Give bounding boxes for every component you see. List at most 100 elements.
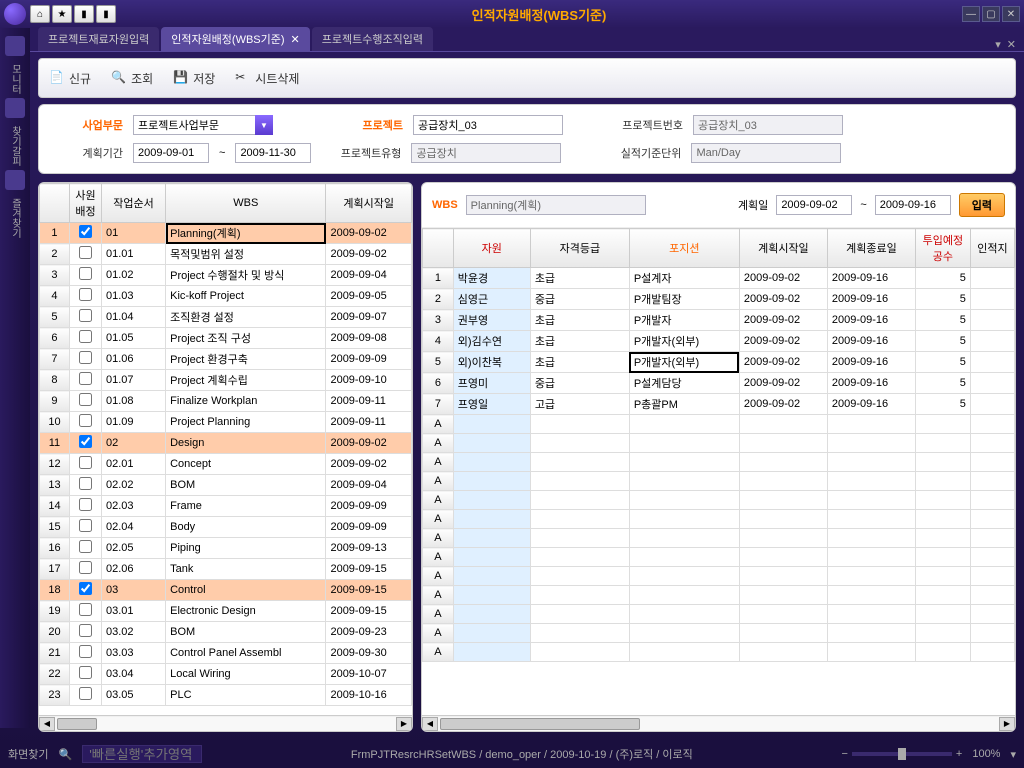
row-checkbox[interactable] bbox=[79, 309, 92, 322]
delete-button[interactable]: ✂시트삭제 bbox=[235, 70, 299, 87]
table-row[interactable]: 2203.04Local Wiring2009-10-07 bbox=[40, 664, 412, 685]
table-row[interactable]: A bbox=[423, 529, 1015, 548]
table-row[interactable]: 801.07Project 계획수립2009-09-10 bbox=[40, 370, 412, 391]
table-row[interactable]: 1702.06Tank2009-09-15 bbox=[40, 559, 412, 580]
star-icon[interactable]: ★ bbox=[52, 5, 72, 23]
row-checkbox[interactable] bbox=[79, 351, 92, 364]
period-from[interactable] bbox=[133, 143, 209, 163]
tabbar-dropdown-icon[interactable]: ▾ bbox=[995, 38, 1001, 51]
chevron-down-icon[interactable]: ▼ bbox=[255, 115, 273, 135]
wbs-grid[interactable]: 사원배정작업순서WBS계획시작일101Planning(계획)2009-09-0… bbox=[39, 183, 412, 715]
row-checkbox[interactable] bbox=[79, 477, 92, 490]
input-button[interactable]: 입력 bbox=[959, 193, 1005, 217]
table-row[interactable]: 201.01목적및범위 설정2009-09-02 bbox=[40, 244, 412, 265]
tab-1[interactable]: 프로젝트재료자원입력 bbox=[38, 27, 159, 51]
tabbar-close-icon[interactable]: ✕ bbox=[1007, 38, 1016, 51]
table-row[interactable]: 701.06Project 환경구축2009-09-09 bbox=[40, 349, 412, 370]
table-row[interactable]: 2103.03Control Panel Assembl2009-09-30 bbox=[40, 643, 412, 664]
row-checkbox[interactable] bbox=[79, 603, 92, 616]
row-checkbox[interactable] bbox=[79, 456, 92, 469]
table-row[interactable]: 1302.02BOM2009-09-04 bbox=[40, 475, 412, 496]
new-button[interactable]: 📄신규 bbox=[49, 70, 91, 87]
table-row[interactable]: 1803Control2009-09-15 bbox=[40, 580, 412, 601]
maximize-button[interactable]: ▢ bbox=[982, 6, 1000, 22]
sidebar-icon-1[interactable] bbox=[5, 36, 25, 56]
table-row[interactable]: 2003.02BOM2009-09-23 bbox=[40, 622, 412, 643]
scroll-right-icon[interactable]: ▶ bbox=[999, 717, 1015, 731]
table-row[interactable]: 901.08Finalize Workplan2009-09-11 bbox=[40, 391, 412, 412]
table-row[interactable]: A bbox=[423, 453, 1015, 472]
tab-close-icon[interactable]: ✕ bbox=[291, 34, 300, 46]
table-row[interactable]: 1402.03Frame2009-09-09 bbox=[40, 496, 412, 517]
table-row[interactable]: 6프영미중급P설계담당2009-09-022009-09-165 bbox=[423, 373, 1015, 394]
table-row[interactable]: 1202.01Concept2009-09-02 bbox=[40, 454, 412, 475]
row-checkbox[interactable] bbox=[79, 624, 92, 637]
query-button[interactable]: 🔍조회 bbox=[111, 70, 153, 87]
app2-icon[interactable]: ▮ bbox=[96, 5, 116, 23]
period-to[interactable] bbox=[235, 143, 311, 163]
row-checkbox[interactable] bbox=[79, 393, 92, 406]
home-icon[interactable]: ⌂ bbox=[30, 5, 50, 23]
table-row[interactable]: 5외)이찬복초급P개발자(외부)2009-09-022009-09-165 bbox=[423, 352, 1015, 373]
table-row[interactable]: A bbox=[423, 624, 1015, 643]
zoom-control[interactable]: − + bbox=[841, 748, 962, 760]
close-button[interactable]: ✕ bbox=[1002, 6, 1020, 22]
table-row[interactable]: 1박윤경초급P설계자2009-09-022009-09-165 bbox=[423, 268, 1015, 289]
table-row[interactable]: 1502.04Body2009-09-09 bbox=[40, 517, 412, 538]
row-checkbox[interactable] bbox=[79, 666, 92, 679]
quicklaunch-input[interactable] bbox=[82, 745, 202, 763]
minimize-button[interactable]: — bbox=[962, 6, 980, 22]
app1-icon[interactable]: ▮ bbox=[74, 5, 94, 23]
row-checkbox[interactable] bbox=[79, 288, 92, 301]
table-row[interactable]: A bbox=[423, 434, 1015, 453]
table-row[interactable]: A bbox=[423, 605, 1015, 624]
right-hscroll[interactable]: ◀ ▶ bbox=[422, 715, 1015, 731]
row-checkbox[interactable] bbox=[79, 267, 92, 280]
scroll-thumb[interactable] bbox=[57, 718, 97, 730]
sidebar-icon-3[interactable] bbox=[5, 170, 25, 190]
table-row[interactable]: 2심영근중급P개발팀장2009-09-022009-09-165 bbox=[423, 289, 1015, 310]
row-checkbox[interactable] bbox=[79, 498, 92, 511]
table-row[interactable]: 7프영일고급P총괄PM2009-09-022009-09-165 bbox=[423, 394, 1015, 415]
table-row[interactable]: A bbox=[423, 548, 1015, 567]
row-checkbox[interactable] bbox=[79, 330, 92, 343]
table-row[interactable]: 2303.05PLC2009-10-16 bbox=[40, 685, 412, 706]
row-checkbox[interactable] bbox=[79, 540, 92, 553]
left-hscroll[interactable]: ◀ ▶ bbox=[39, 715, 412, 731]
row-checkbox[interactable] bbox=[79, 246, 92, 259]
zoom-in-icon[interactable]: + bbox=[956, 748, 962, 760]
scroll-right-icon[interactable]: ▶ bbox=[396, 717, 412, 731]
table-row[interactable]: 601.05Project 조직 구성2009-09-08 bbox=[40, 328, 412, 349]
table-row[interactable]: 1102Design2009-09-02 bbox=[40, 433, 412, 454]
table-row[interactable]: 4외)김수연초급P개발자(외부)2009-09-022009-09-165 bbox=[423, 331, 1015, 352]
table-row[interactable]: 1602.05Piping2009-09-13 bbox=[40, 538, 412, 559]
row-checkbox[interactable] bbox=[79, 225, 92, 238]
table-row[interactable]: 501.04조직환경 설정2009-09-07 bbox=[40, 307, 412, 328]
table-row[interactable]: A bbox=[423, 415, 1015, 434]
table-row[interactable]: 3권부영초급P개발자2009-09-022009-09-165 bbox=[423, 310, 1015, 331]
table-row[interactable]: A bbox=[423, 510, 1015, 529]
table-row[interactable]: A bbox=[423, 567, 1015, 586]
plandate-from[interactable] bbox=[776, 195, 852, 215]
table-row[interactable]: A bbox=[423, 643, 1015, 662]
plandate-to[interactable] bbox=[875, 195, 951, 215]
table-row[interactable]: 401.03Kic-koff Project2009-09-05 bbox=[40, 286, 412, 307]
scroll-thumb[interactable] bbox=[440, 718, 640, 730]
zoom-dropdown-icon[interactable]: ▾ bbox=[1010, 748, 1016, 761]
tab-2[interactable]: 인적자원배정(WBS기준)✕ bbox=[161, 27, 310, 51]
table-row[interactable]: 1001.09Project Planning2009-09-11 bbox=[40, 412, 412, 433]
row-checkbox[interactable] bbox=[79, 687, 92, 700]
app-icon[interactable] bbox=[4, 3, 26, 25]
scroll-left-icon[interactable]: ◀ bbox=[422, 717, 438, 731]
table-row[interactable]: A bbox=[423, 472, 1015, 491]
tab-3[interactable]: 프로젝트수행조직입력 bbox=[312, 27, 433, 51]
zoom-out-icon[interactable]: − bbox=[841, 748, 847, 760]
search-icon[interactable]: 🔍 bbox=[58, 748, 72, 761]
row-checkbox[interactable] bbox=[79, 519, 92, 532]
resource-grid[interactable]: 자원자격등급포지션계획시작일계획종료일투입예정공수인적지1박윤경초급P설계자20… bbox=[422, 228, 1015, 715]
save-button[interactable]: 💾저장 bbox=[173, 70, 215, 87]
scroll-left-icon[interactable]: ◀ bbox=[39, 717, 55, 731]
row-checkbox[interactable] bbox=[79, 414, 92, 427]
biz-select[interactable] bbox=[133, 115, 273, 135]
row-checkbox[interactable] bbox=[79, 645, 92, 658]
